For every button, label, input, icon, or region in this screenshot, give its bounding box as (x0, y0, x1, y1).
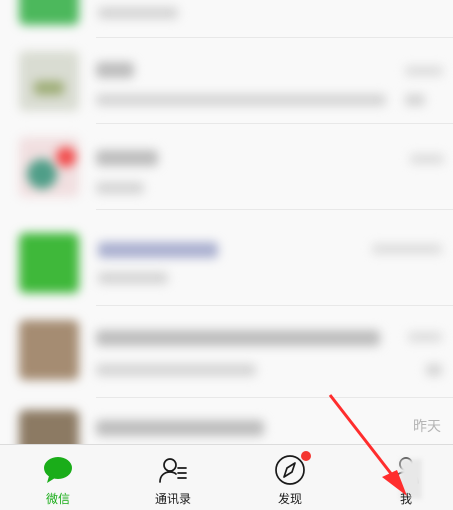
mute-icon (426, 364, 442, 376)
avatar (19, 51, 79, 111)
avatar (19, 0, 79, 25)
chat-time (408, 332, 442, 342)
mute-icon (405, 94, 425, 106)
message-preview (98, 272, 168, 284)
chat-time (410, 154, 444, 164)
chat-time (405, 66, 443, 76)
tab-label: 微信 (45, 492, 70, 506)
chat-time: 昨天 (413, 419, 441, 435)
tab-label: 通讯录 (154, 492, 191, 506)
chat-row[interactable] (0, 220, 453, 306)
chat-name (96, 150, 158, 166)
contacts-icon (157, 454, 189, 486)
tab-wechat[interactable]: 微信 (18, 445, 98, 510)
chat-name (96, 330, 380, 346)
tab-label: 我 (399, 492, 412, 506)
chat-row[interactable] (0, 312, 453, 398)
message-preview (98, 7, 178, 19)
chat-row[interactable]: 昨天 (0, 398, 453, 444)
chat-list: 昨天 (0, 0, 453, 444)
avatar (19, 233, 79, 293)
tab-contacts[interactable]: 通讯录 (133, 445, 213, 510)
avatar (19, 410, 79, 444)
unread-badge (56, 147, 76, 167)
message-preview (96, 182, 144, 194)
tab-label: 发现 (277, 492, 302, 506)
chat-row[interactable] (0, 124, 453, 210)
avatar (19, 320, 79, 380)
message-preview (96, 364, 256, 376)
avatar (19, 137, 79, 197)
bottom-tab-bar: 微信 通讯录 发现 我 (0, 444, 453, 510)
tab-me[interactable]: 我 (366, 445, 446, 510)
message-preview (96, 94, 386, 106)
chat-name (98, 242, 218, 258)
chat-bubble-icon (42, 454, 74, 486)
chat-name (96, 420, 264, 436)
chat-row[interactable] (0, 0, 453, 38)
new-badge-dot (301, 451, 311, 461)
tab-discover[interactable]: 发现 (250, 445, 330, 510)
chat-time (372, 244, 442, 254)
chat-row[interactable] (0, 38, 453, 124)
chat-name (96, 62, 134, 78)
